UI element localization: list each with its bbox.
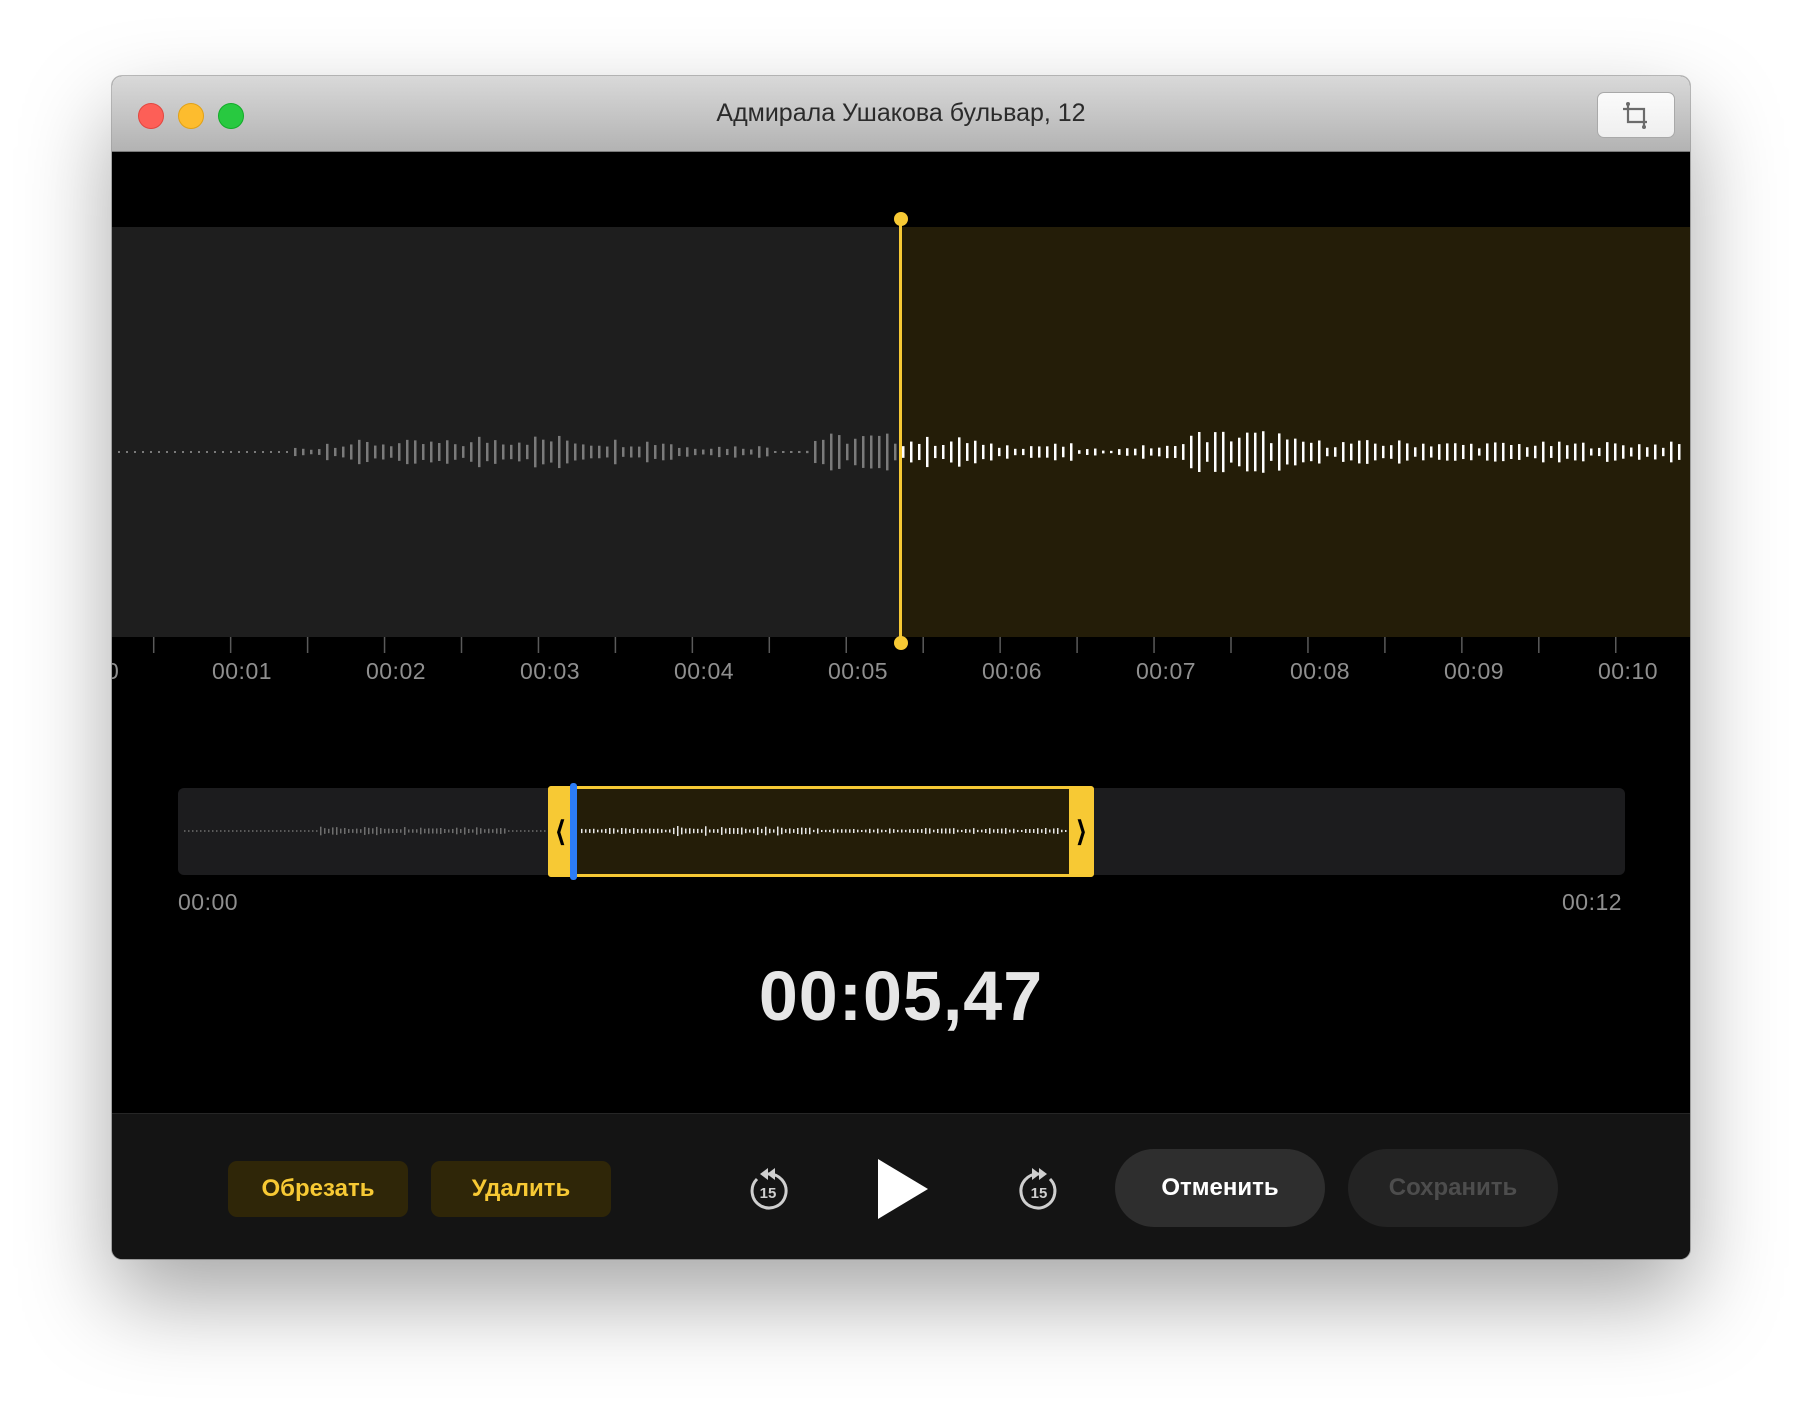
ruler-label: 00:04 — [673, 658, 735, 684]
save-button: Сохранить — [1348, 1149, 1558, 1227]
playhead-top-knob[interactable] — [894, 212, 908, 226]
ruler-label: 00:06 — [981, 658, 1043, 684]
ruler-label: 0 — [112, 658, 120, 684]
crop-icon — [1623, 102, 1647, 129]
playhead[interactable] — [899, 218, 902, 642]
title-bar: Адмирала Ушакова бульвар, 12 — [112, 76, 1690, 152]
time-ruler: 0 00:01 00:02 00:03 00:04 00:05 00:06 00:07 00:0… — [112, 637, 1690, 697]
skip-back-icon: 15 — [750, 1168, 788, 1210]
overview-end-time: 00:12 — [1562, 889, 1623, 915]
ruler-label: 00:09 — [1443, 658, 1505, 684]
cancel-button[interactable]: Отменить — [1115, 1149, 1325, 1227]
ruler-label: 00:03 — [519, 658, 581, 684]
bottom-toolbar: Обрезать Удалить 15 15 Отменить Сохранит… — [112, 1113, 1690, 1259]
overview-scrubber[interactable] — [570, 783, 577, 880]
overview-start-time: 00:00 — [178, 889, 239, 915]
trim-button[interactable]: Обрезать — [228, 1161, 408, 1217]
ruler-label: 00:08 — [1289, 658, 1351, 684]
ruler-label: 00:10 — [1597, 658, 1659, 684]
current-time-display: 00:05,47 — [758, 957, 1044, 1035]
delete-button[interactable]: Удалить — [431, 1161, 611, 1217]
window-title: Адмирала Ушакова бульвар, 12 — [716, 99, 1086, 127]
skip-back-seconds: 15 — [760, 1185, 777, 1202]
selection-bars — [581, 826, 1071, 836]
skip-forward-15-button[interactable]: 15 — [1015, 1165, 1063, 1215]
trim-handle-right[interactable]: ⟩ — [1069, 786, 1094, 877]
skip-forward-seconds: 15 — [1031, 1185, 1048, 1202]
ruler-label: 00:07 — [1135, 658, 1197, 684]
skip-back-15-button[interactable]: 15 — [744, 1165, 792, 1215]
trim-toolbar-button[interactable] — [1597, 92, 1675, 138]
trim-selection[interactable] — [548, 786, 1094, 877]
ruler-ticks — [152, 637, 1617, 653]
voice-memos-window: Адмирала Ушакова бульвар, 12 0 00:01 00:02… — [112, 76, 1690, 1259]
play-icon — [878, 1159, 928, 1219]
ruler-label: 00:01 — [211, 658, 273, 684]
play-button[interactable] — [874, 1156, 930, 1222]
ruler-label: 00:05 — [827, 658, 889, 684]
ruler-label: 00:02 — [365, 658, 427, 684]
skip-forward-icon: 15 — [1019, 1168, 1057, 1210]
